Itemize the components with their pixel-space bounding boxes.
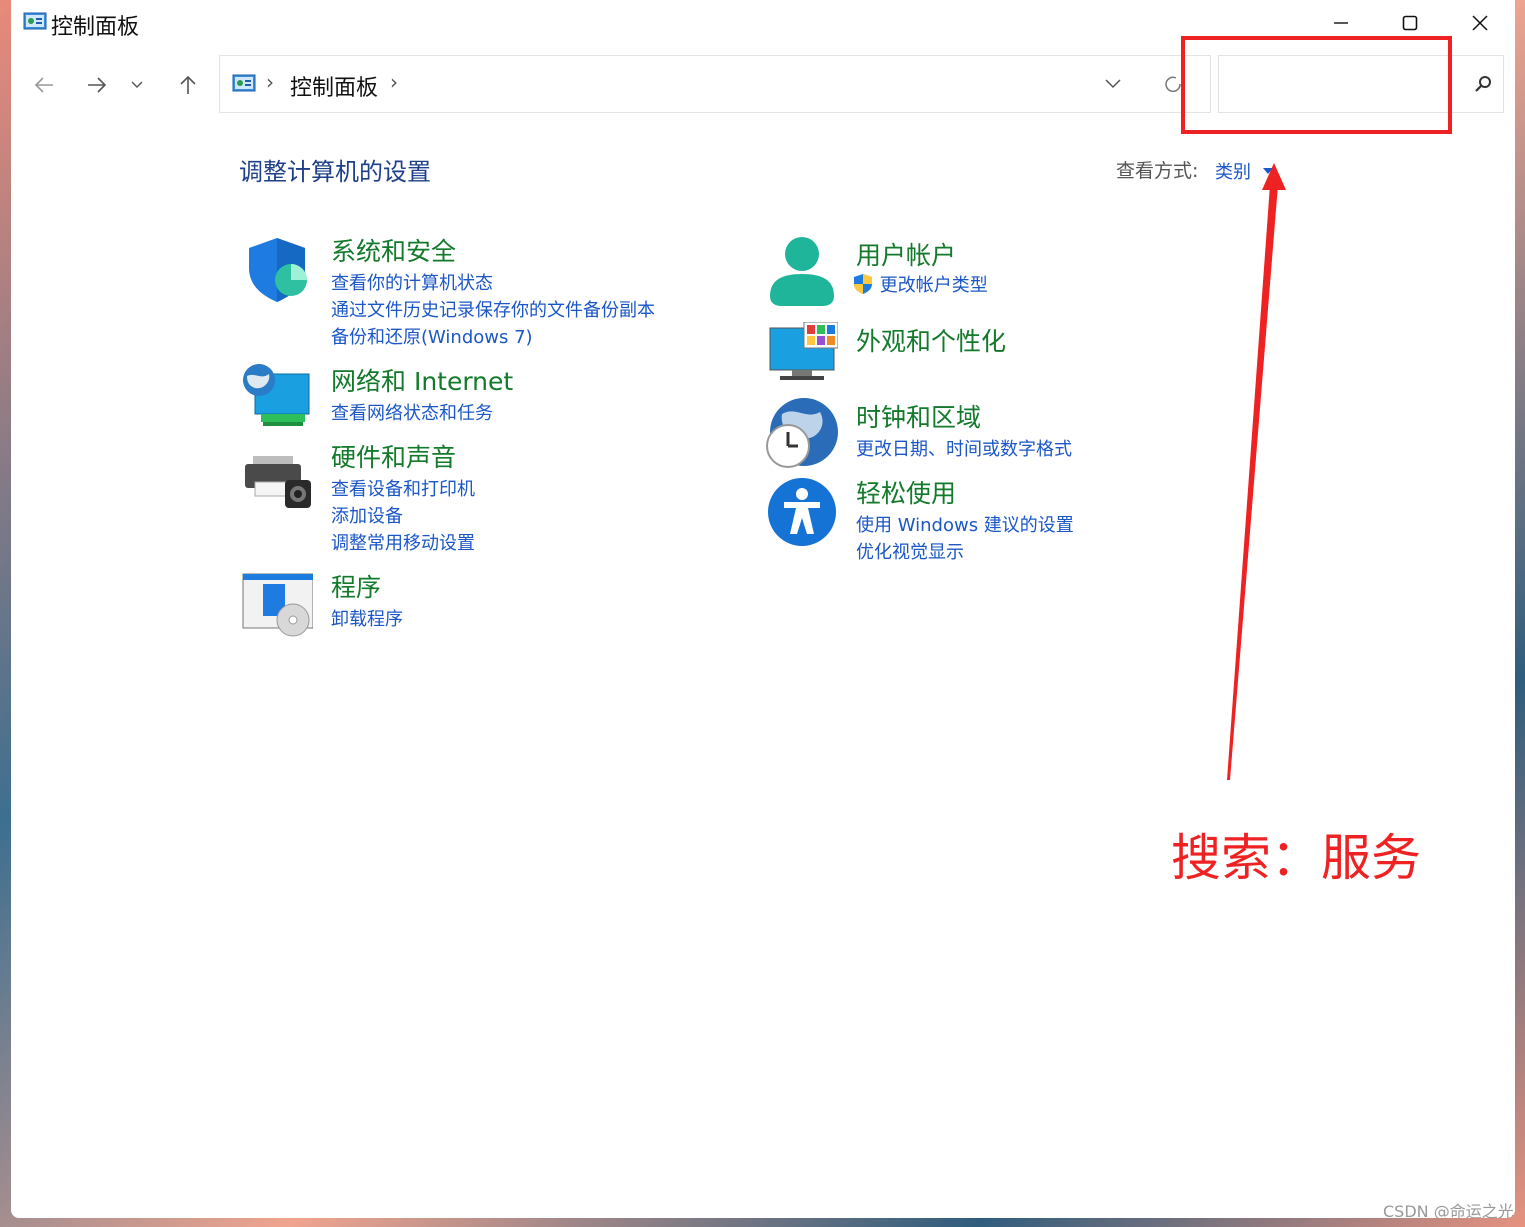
annotation-arrow-icon (1227, 163, 1286, 780)
annotation-text: 搜索：服务 (1171, 829, 1421, 887)
